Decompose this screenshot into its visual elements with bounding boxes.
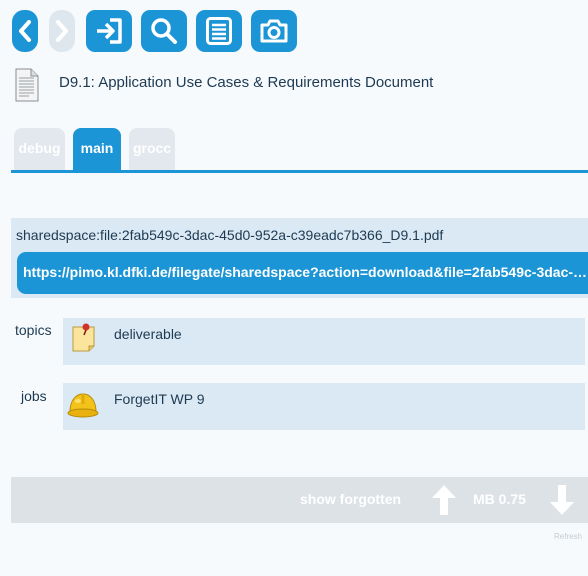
show-forgotten-button[interactable]: show forgotten	[300, 491, 401, 507]
tab-grocc[interactable]: grocc	[129, 128, 175, 172]
chevron-right-icon	[56, 20, 68, 42]
search-button[interactable]	[141, 10, 187, 52]
jobs-label: jobs	[21, 388, 47, 404]
arrow-up-icon[interactable]	[429, 482, 459, 518]
search-icon	[151, 18, 177, 44]
document-icon	[15, 68, 39, 102]
forward-button[interactable]	[49, 10, 75, 52]
tab-main[interactable]: main	[73, 128, 121, 172]
sign-in-icon	[97, 18, 122, 44]
arrow-down-icon[interactable]	[547, 482, 577, 518]
camera-button[interactable]	[251, 10, 297, 52]
document-title: D9.1: Application Use Cases & Requiremen…	[59, 74, 434, 91]
topics-label: topics	[15, 322, 52, 338]
topic-value[interactable]: deliverable	[114, 326, 182, 342]
download-link[interactable]: https://pimo.kl.dfki.de/filegate/shareds…	[17, 252, 588, 294]
back-button[interactable]	[12, 10, 38, 52]
sticky-note-icon	[72, 323, 95, 352]
camera-icon	[260, 19, 288, 43]
import-button[interactable]	[86, 10, 132, 52]
hard-hat-icon	[67, 393, 99, 418]
chevron-left-icon	[19, 20, 31, 42]
file-identifier: sharedspace:file:2fab549c-3dac-45d0-952a…	[16, 227, 444, 243]
list-button[interactable]	[196, 10, 242, 52]
tab-underline	[11, 170, 588, 173]
job-value[interactable]: ForgetIT WP 9	[114, 391, 205, 407]
tab-debug[interactable]: debug	[14, 128, 65, 172]
list-icon	[206, 17, 232, 45]
refresh-link[interactable]: Refresh	[554, 532, 582, 541]
storage-size: MB 0.75	[473, 491, 526, 507]
